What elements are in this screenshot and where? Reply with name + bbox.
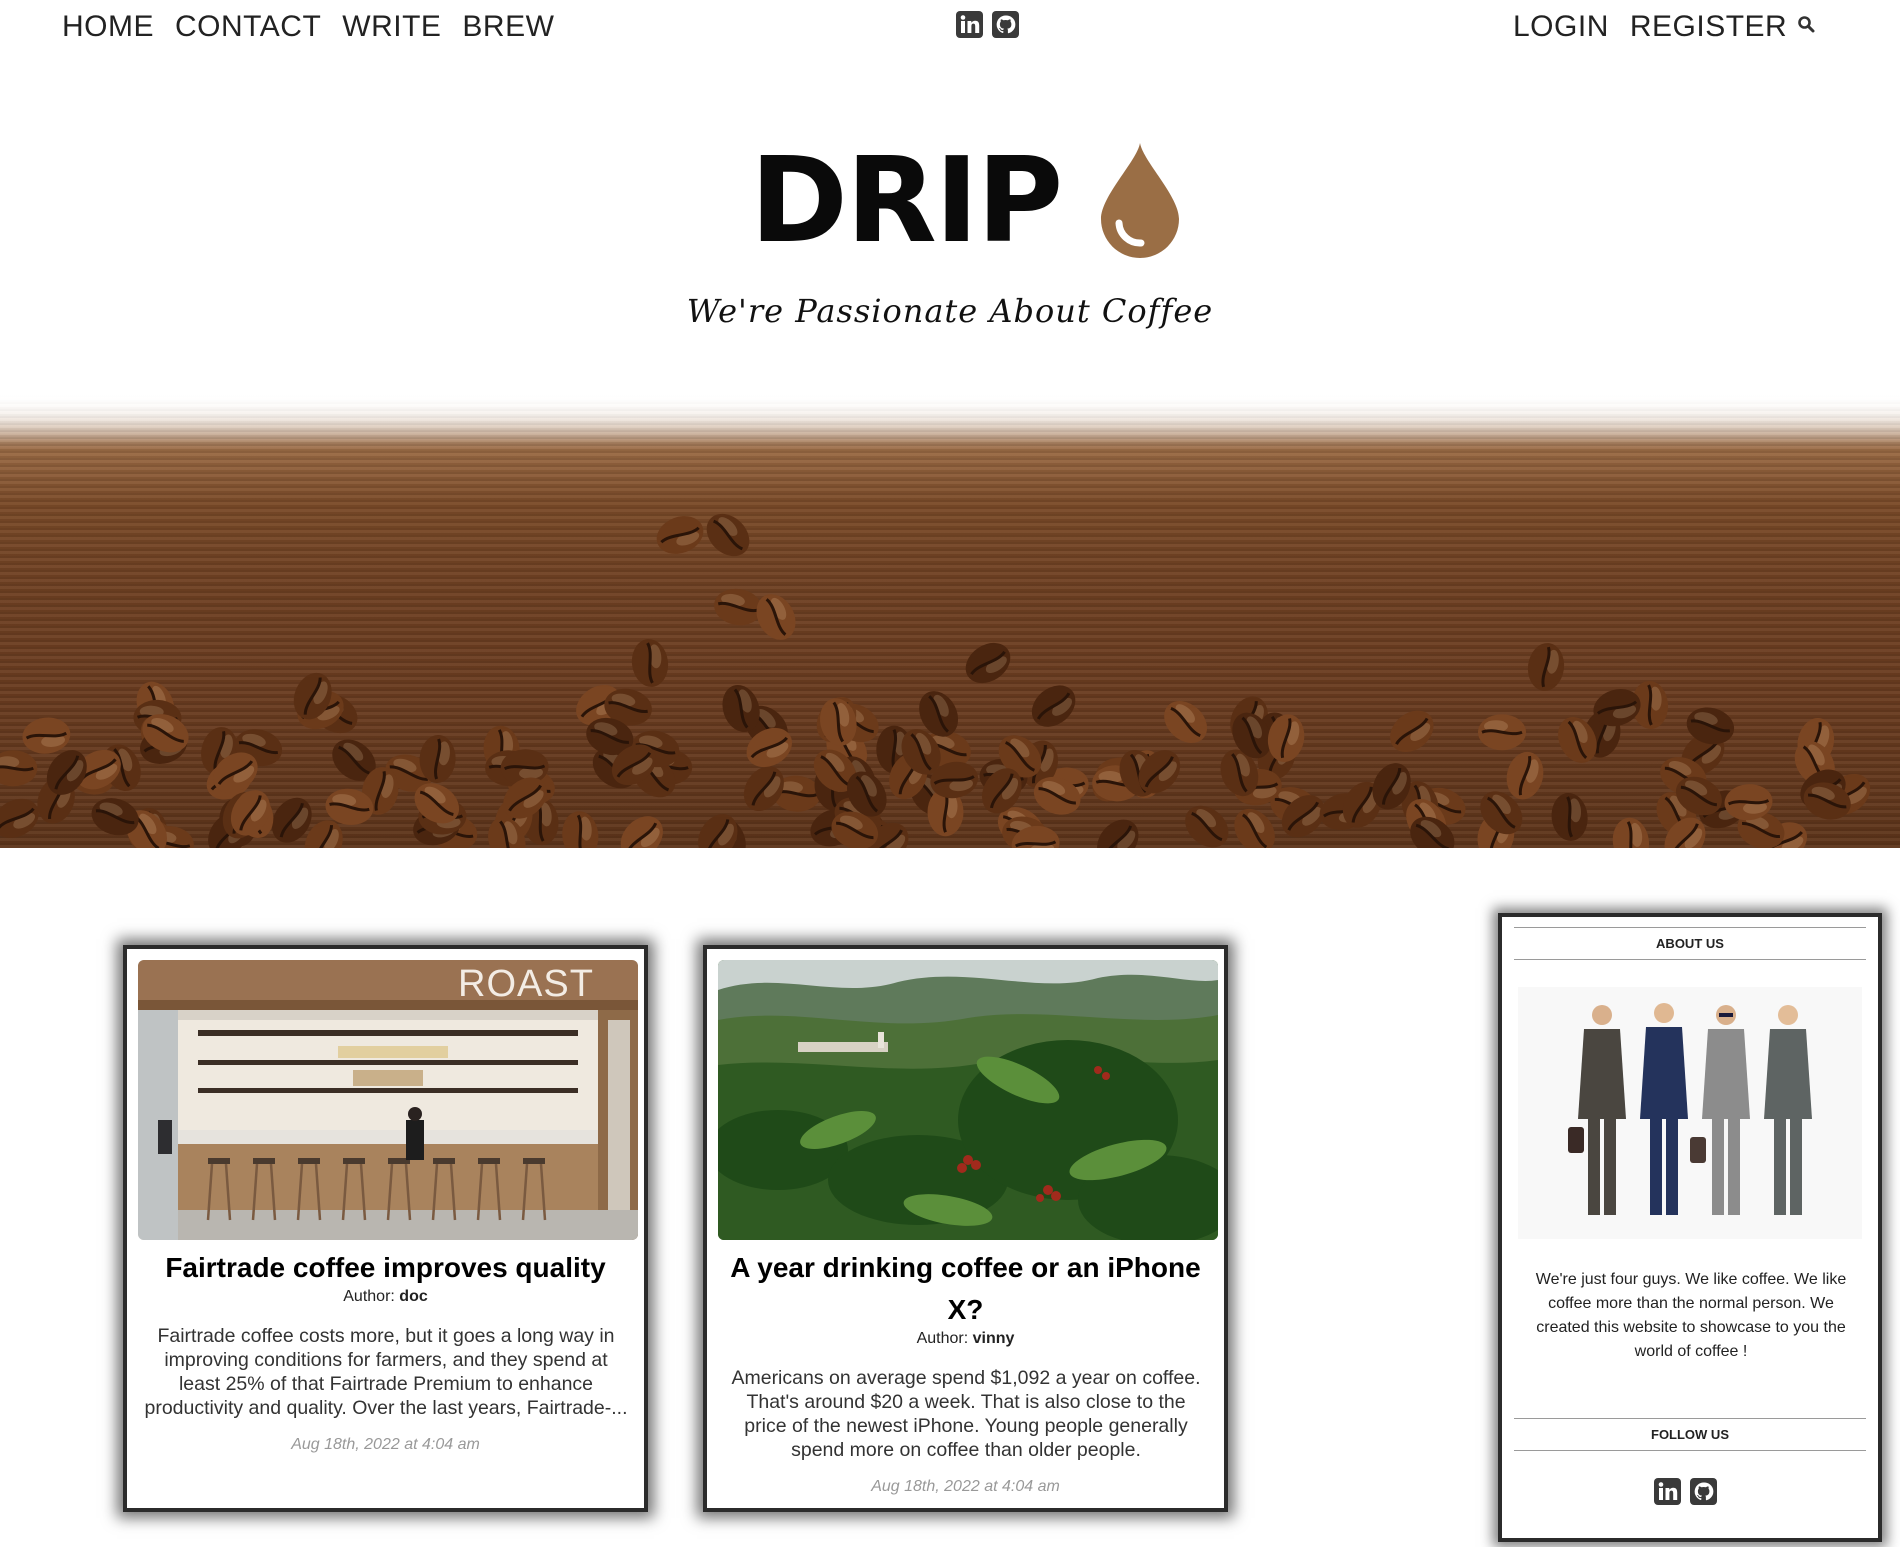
team-photo <box>1518 987 1862 1239</box>
nav-write-link[interactable]: WRITE <box>342 10 441 44</box>
coffee-bean <box>1612 817 1650 848</box>
coffee-bean <box>1164 700 1208 744</box>
linkedin-icon[interactable] <box>1654 1478 1681 1505</box>
author-label: Author: <box>343 1288 395 1305</box>
login-link[interactable]: LOGIN <box>1513 10 1609 44</box>
coffee-beans-illustration <box>0 513 1871 848</box>
coffee-bean <box>1527 643 1565 691</box>
coffee-bean <box>620 816 663 848</box>
sidebar: ABOUT US We're just four guys. We like c… <box>1498 913 1882 1542</box>
coffee-bean <box>1551 792 1588 841</box>
coffee-bean <box>1506 751 1544 800</box>
roast-sign-text: ROAST <box>458 963 594 1005</box>
coffee-bean <box>1185 805 1229 848</box>
coffee-bean <box>0 750 38 787</box>
post-card[interactable]: ROAST Fairtrade coffee improves quality … <box>123 945 648 1512</box>
nav-home-link[interactable]: HOME <box>62 10 154 44</box>
search-icon[interactable] <box>1796 14 1818 36</box>
register-link[interactable]: REGISTER <box>1630 10 1787 44</box>
hero-banner-coffee-beans <box>0 395 1900 848</box>
author-name[interactable]: doc <box>399 1288 427 1305</box>
post-excerpt: Fairtrade coffee costs more, but it goes… <box>144 1325 628 1419</box>
author-label: Author: <box>916 1330 969 1347</box>
coffee-bean <box>1097 819 1139 848</box>
header-social-links <box>956 11 1019 38</box>
post-title[interactable]: A year drinking coffee or an iPhone X? <box>717 1247 1214 1331</box>
site-tagline: We're Passionate About Coffee <box>686 292 1214 330</box>
nav-brew-link[interactable]: BREW <box>462 10 554 44</box>
post-card[interactable]: A year drinking coffee or an iPhone X? A… <box>703 945 1228 1512</box>
nav-contact-link[interactable]: CONTACT <box>175 10 321 44</box>
post-image-coffee-plantation[interactable] <box>718 960 1218 1240</box>
coffee-bean <box>22 717 71 754</box>
linkedin-icon[interactable] <box>956 11 983 38</box>
coffee-bean <box>562 811 599 848</box>
coffee-bean <box>1031 685 1076 727</box>
site-title: DRIP <box>750 131 1063 269</box>
github-icon[interactable] <box>992 11 1019 38</box>
coffee-bean <box>1478 714 1526 751</box>
coffee-bean <box>631 639 669 687</box>
post-author: Author: vinny <box>717 1330 1214 1348</box>
about-us-text: We're just four guys. We like coffee. We… <box>1535 1271 1847 1360</box>
author-name[interactable]: vinny <box>973 1330 1015 1347</box>
primary-nav: HOME CONTACT WRITE BREW <box>62 10 554 44</box>
github-icon[interactable] <box>1690 1478 1717 1505</box>
about-us-heading: ABOUT US <box>1514 927 1866 960</box>
site-logo[interactable]: DRIP <box>750 135 1183 265</box>
post-author: Author: doc <box>137 1288 634 1306</box>
top-navigation: HOME CONTACT WRITE BREW LOGIN REGISTER <box>0 0 1900 56</box>
coffee-bean <box>706 513 750 557</box>
post-date: Aug 18th, 2022 at 4:04 am <box>871 1478 1060 1495</box>
coffee-bean <box>714 588 762 626</box>
coffee-bean <box>965 642 1011 684</box>
follow-us-heading: FOLLOW US <box>1514 1418 1866 1451</box>
coffee-drop-icon <box>1101 143 1180 258</box>
coffee-bean <box>1390 710 1434 752</box>
coffee-bean <box>656 516 704 554</box>
post-title[interactable]: Fairtrade coffee improves quality <box>137 1247 634 1289</box>
post-image-cafe-counter[interactable]: ROAST <box>138 960 638 1240</box>
sidebar-social-links <box>1654 1478 1717 1505</box>
account-nav: LOGIN REGISTER <box>1513 10 1787 44</box>
post-date: Aug 18th, 2022 at 4:04 am <box>291 1436 480 1453</box>
post-excerpt: Americans on average spend $1,092 a year… <box>731 1367 1201 1461</box>
